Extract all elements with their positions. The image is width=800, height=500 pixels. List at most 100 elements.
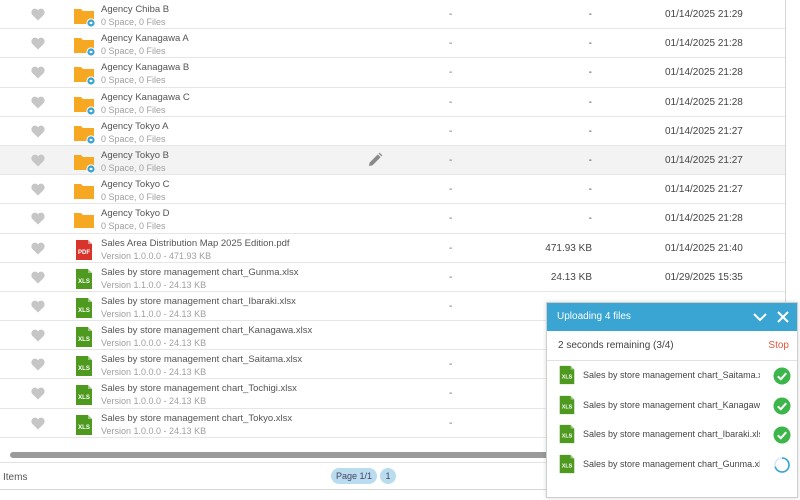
file-row[interactable]: Agency Tokyo B0 Space, 0 Files - - 01/14/20… (0, 145, 785, 176)
file-row[interactable]: Agency Tokyo A0 Space, 0 Files - - 01/14/20… (0, 117, 785, 146)
file-column-value: - (449, 96, 453, 108)
upload-in-progress-status (773, 456, 791, 474)
heart-icon (31, 8, 45, 21)
file-name[interactable]: Sales by store management chart_Tokyo.xl… (101, 413, 292, 424)
favorite-button[interactable] (31, 329, 45, 342)
file-name[interactable]: Agency Tokyo B (101, 150, 169, 161)
file-type-icon (73, 209, 95, 231)
upload-complete-status (773, 397, 791, 415)
favorite-button[interactable] (31, 183, 45, 196)
shared-folder-icon (74, 9, 96, 28)
file-type-icon: PDF (73, 239, 95, 261)
file-type-label: PDF (78, 250, 90, 256)
favorite-button[interactable] (31, 387, 45, 400)
file-name[interactable]: Agency Chiba B (101, 4, 169, 15)
file-row[interactable]: Agency Kanagawa C0 Space, 0 Files - - 01/14… (0, 88, 785, 117)
shared-folder-icon (74, 154, 96, 174)
file-name[interactable]: Agency Kanagawa B (101, 62, 189, 73)
favorite-button[interactable] (31, 66, 45, 79)
excel-file-icon: XLS (559, 454, 575, 473)
favorite-button[interactable] (31, 242, 45, 255)
upload-progress-dialog: Uploading 4 files 2 seconds remaining (3… (546, 302, 798, 498)
file-size: 24.13 KB (550, 271, 592, 283)
file-name[interactable]: Agency Kanagawa C (101, 92, 190, 103)
favorite-button[interactable] (31, 125, 45, 138)
upload-complete-status (773, 426, 791, 444)
file-row[interactable]: Agency Kanagawa A 0 Space, 0 Files - - 01/14… (0, 29, 785, 59)
file-column-value: - (449, 242, 453, 254)
excel-file-icon: XLS (559, 395, 575, 414)
favorite-button[interactable] (31, 300, 45, 313)
file-name[interactable]: Sales by store management chart_Tochigi.… (101, 383, 297, 394)
file-type-label: XLS (562, 404, 573, 410)
heart-icon (31, 125, 45, 138)
file-column-value: - (449, 359, 453, 371)
pdf-file-icon: PDF (76, 239, 92, 260)
file-type-icon: XLS (73, 326, 95, 348)
file-type-icon: XLS (73, 268, 95, 290)
file-details: 0 Space, 0 Files (101, 221, 166, 232)
file-name[interactable]: Sales by store management chart_Gunma.xl… (101, 267, 298, 278)
file-type-icon (73, 63, 96, 86)
file-type-label: XLS (562, 434, 573, 440)
file-size: - (588, 154, 592, 166)
file-name[interactable]: Agency Tokyo A (101, 121, 168, 132)
file-details: 0 Space, 0 Files (101, 46, 166, 57)
favorite-button[interactable] (31, 212, 45, 225)
file-size: 471.93 KB (545, 242, 592, 254)
file-size: - (588, 125, 592, 137)
file-size: - (588, 38, 592, 50)
favorite-button[interactable] (31, 358, 45, 371)
favorite-button[interactable] (31, 96, 45, 109)
favorite-button[interactable] (31, 8, 45, 21)
favorite-button[interactable] (31, 37, 45, 50)
file-name[interactable]: Sales by store management chart_Ibaraki.… (101, 296, 296, 307)
file-size: - (588, 9, 592, 20)
close-icon[interactable] (776, 310, 790, 324)
heart-icon (31, 329, 45, 342)
file-row[interactable]: XLS Sales by store management chart_Gunma… (0, 263, 785, 292)
upload-file-name: Sales by store management chart_Gunma.xl… (583, 458, 760, 469)
favorite-button[interactable] (31, 417, 45, 430)
file-row[interactable]: Agency Tokyo D 0 Space, 0 Files - - 01/14/20… (0, 204, 785, 234)
heart-icon (31, 388, 45, 400)
file-row[interactable]: PDF Sales Area Distribution Map 2025 Edit… (0, 234, 785, 263)
file-type-icon: XLS (73, 384, 95, 406)
page-1-button[interactable]: 1 (380, 468, 396, 484)
file-column-value: - (449, 38, 453, 50)
horizontal-scrollbar[interactable] (10, 452, 600, 458)
file-type-icon: XLS (73, 297, 95, 319)
file-details: 0 Space, 0 Files (101, 133, 166, 144)
favorite-button[interactable] (31, 271, 45, 284)
file-name[interactable]: Sales Area Distribution Map 2025 Edition… (101, 238, 290, 249)
edit-button[interactable] (367, 152, 383, 168)
file-modified-date: 01/14/2025 21:28 (665, 213, 743, 225)
file-name[interactable]: Sales by store management chart_Saitama.… (101, 354, 302, 365)
heart-icon (31, 96, 45, 109)
upload-file-icon: XLS (557, 424, 577, 446)
file-details: Version 1.0.0.0 - 471.93 KB (101, 250, 212, 261)
heart-icon (31, 271, 45, 284)
file-name[interactable]: Agency Kanagawa A (101, 33, 189, 44)
file-size: - (588, 67, 592, 79)
file-row[interactable]: Agency Kanagawa B 0 Space, 0 Files - - 01/14… (0, 58, 785, 88)
file-type-label: XLS (78, 337, 90, 343)
chevron-down-icon[interactable] (752, 310, 768, 324)
heart-icon (31, 183, 45, 196)
file-modified-date: 01/14/2025 21:27 (665, 125, 743, 137)
stop-upload-button[interactable]: Stop (768, 340, 789, 351)
items-label: Items (3, 472, 28, 483)
upload-dialog-title: Uploading 4 files (557, 311, 631, 322)
file-modified-date: 01/14/2025 21:28 (665, 38, 743, 50)
file-row[interactable]: Agency Tokyo C 0 Space, 0 Files - - 01/14/20… (0, 175, 785, 205)
file-row[interactable]: Agency Chiba B 0 Space, 0 Files - - 01/14/20… (0, 0, 785, 30)
file-name[interactable]: Agency Tokyo C (101, 179, 169, 190)
upload-file-name: Sales by store management chart_Kanagawa… (583, 399, 760, 410)
file-name[interactable]: Sales by store management chart_Kanagawa… (101, 325, 312, 336)
file-name[interactable]: Agency Tokyo D (101, 208, 169, 219)
file-column-value: - (449, 9, 453, 20)
file-column-value: - (449, 388, 453, 400)
file-details: Version 1.0.0.0 - 24.13 KB (101, 425, 207, 436)
file-type-label: XLS (78, 366, 90, 372)
favorite-button[interactable] (31, 154, 45, 167)
